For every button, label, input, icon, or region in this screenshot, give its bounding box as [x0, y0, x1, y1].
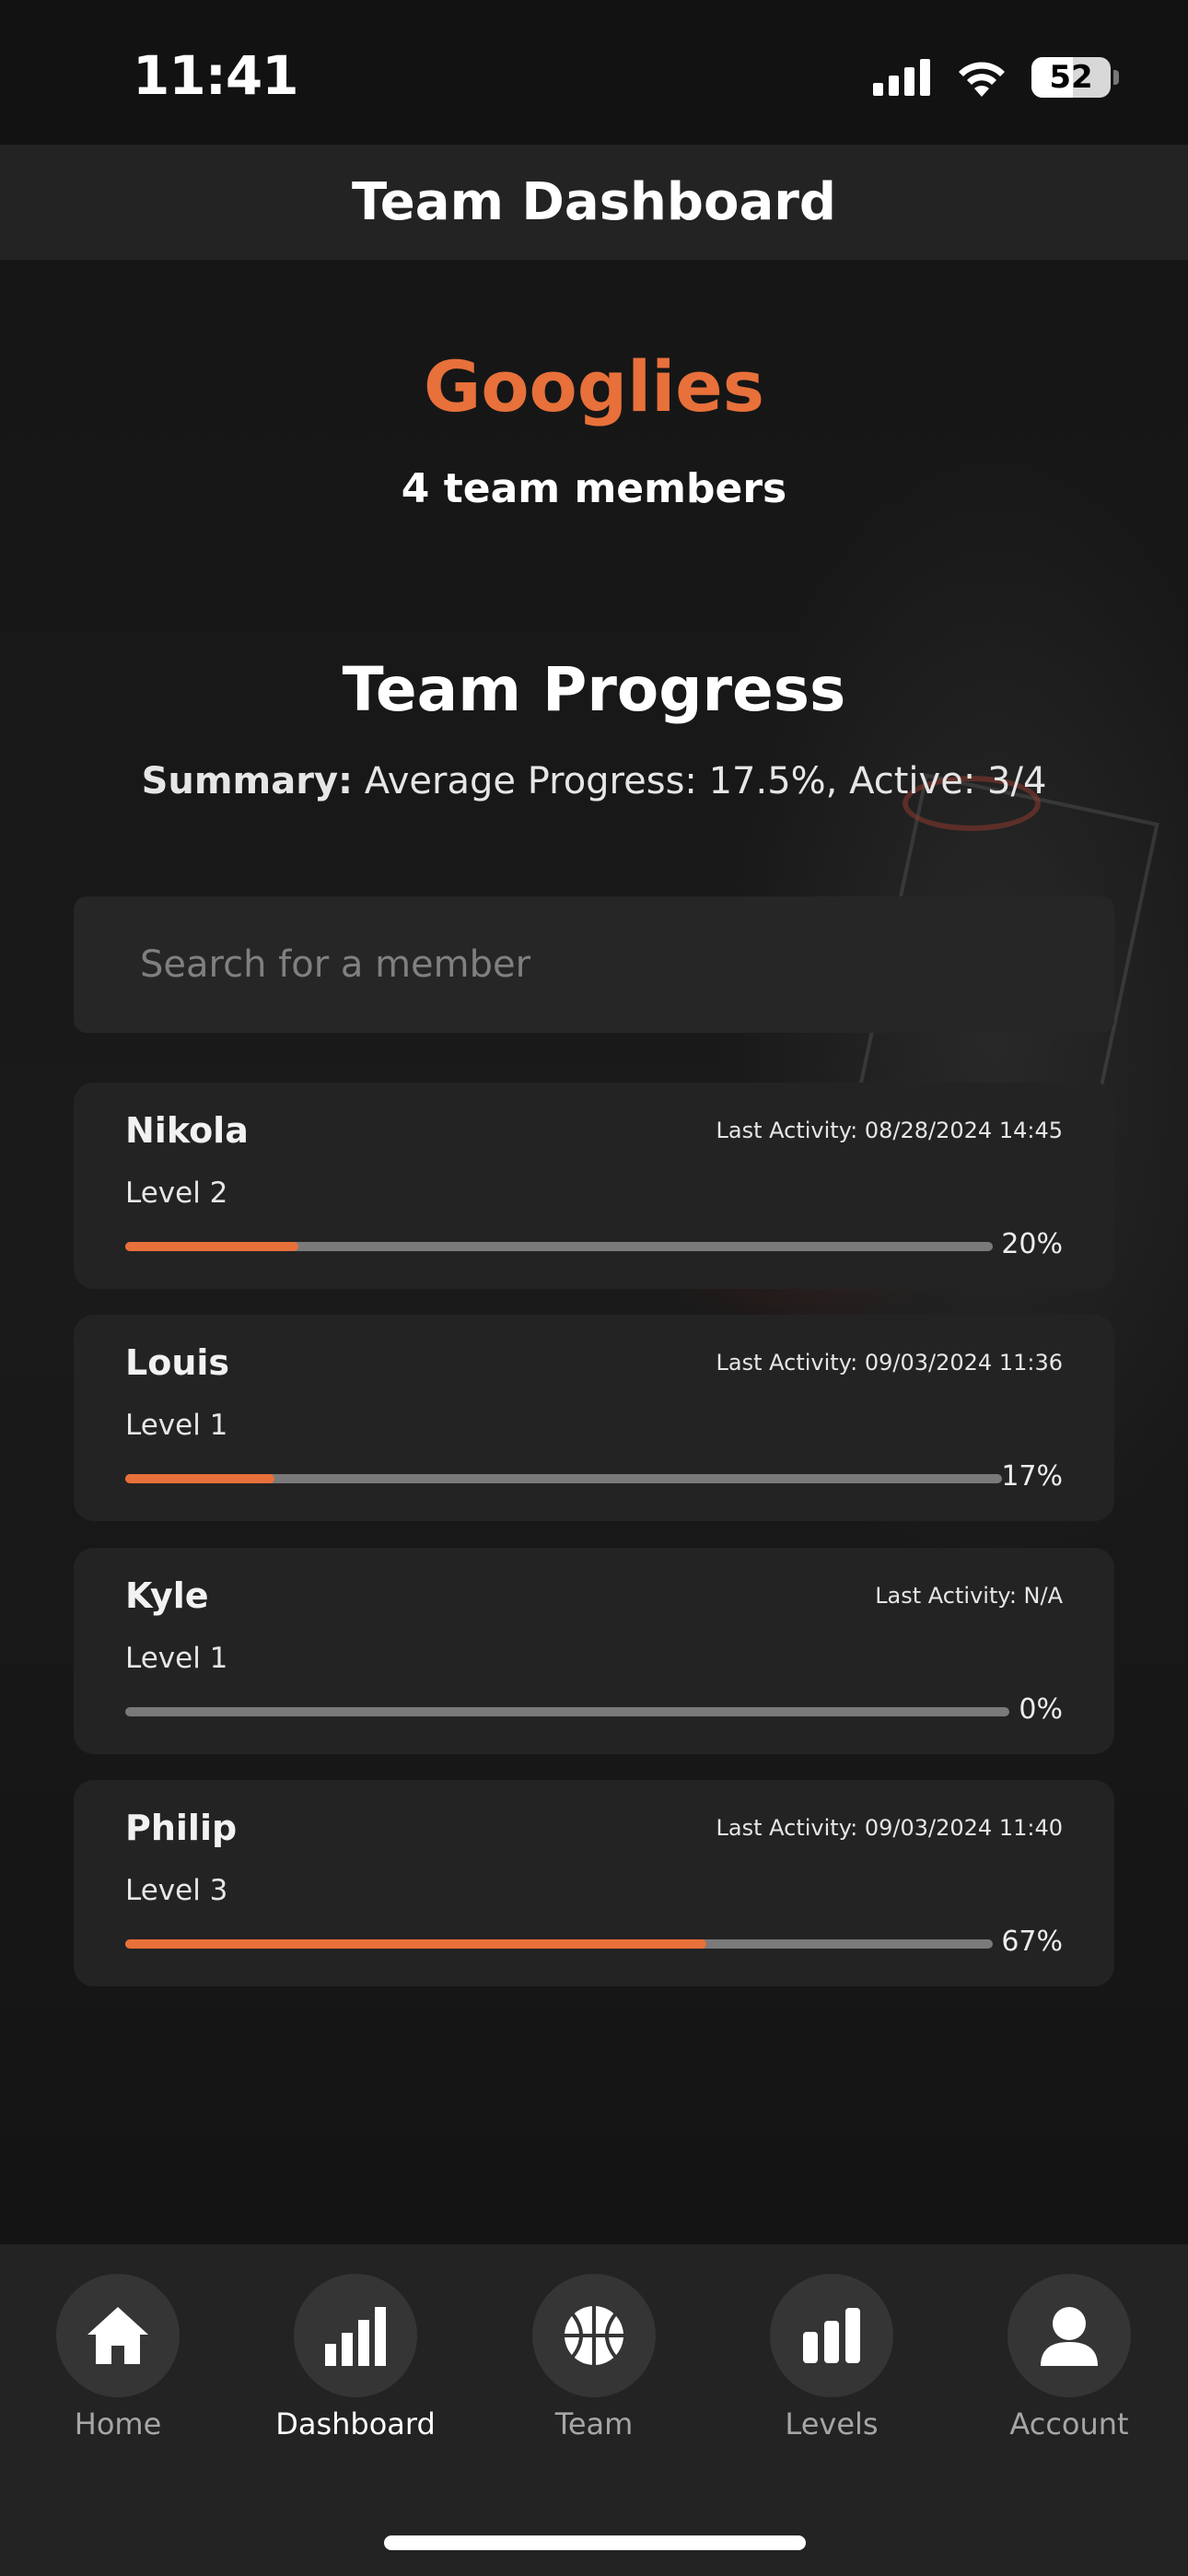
member-name: Nikola [125, 1110, 249, 1151]
team-progress-title: Team Progress [342, 654, 846, 725]
account-icon [1007, 2274, 1131, 2397]
member-progress-bar [125, 1242, 993, 1251]
tab-account[interactable]: Account [986, 2274, 1152, 2441]
member-name: Philip [125, 1808, 238, 1848]
member-progress-percent: 17% [1001, 1460, 1063, 1493]
member-progress-bar [125, 1707, 1009, 1716]
home-icon [56, 2274, 180, 2397]
page-title: Team Dashboard [352, 172, 836, 232]
bar-chart-icon [294, 2274, 417, 2397]
member-card-nikola[interactable]: Nikola Last Activity: 08/28/2024 14:45 L… [74, 1083, 1114, 1289]
member-name: Kyle [125, 1575, 209, 1616]
member-progress-fill [125, 1474, 274, 1483]
member-name: Louis [125, 1342, 230, 1383]
summary-label: Summary: [141, 760, 354, 802]
member-card-philip[interactable]: Philip Last Activity: 09/03/2024 11:40 L… [74, 1780, 1114, 1986]
tab-home[interactable]: Home [35, 2274, 201, 2441]
home-indicator[interactable] [384, 2535, 806, 2550]
progress-summary: Summary: Average Progress: 17.5%, Active… [0, 760, 1188, 802]
cellular-signal-icon [873, 59, 930, 96]
member-last-activity: Last Activity: 09/03/2024 11:40 [716, 1815, 1063, 1841]
member-progress-percent: 67% [1001, 1926, 1063, 1958]
member-last-activity: Last Activity: N/A [875, 1583, 1063, 1609]
team-member-count: 4 team members [401, 465, 787, 512]
member-progress-percent: 20% [1001, 1228, 1063, 1260]
battery-icon: 52 [1031, 57, 1119, 98]
tab-label: Account [1009, 2406, 1129, 2441]
member-level: Level 3 [125, 1874, 228, 1907]
member-last-activity: Last Activity: 09/03/2024 11:36 [716, 1350, 1063, 1376]
tab-label: Team [554, 2406, 634, 2441]
member-level: Level 1 [125, 1409, 228, 1442]
tab-dashboard[interactable]: Dashboard [273, 2274, 438, 2441]
member-level: Level 1 [125, 1642, 228, 1675]
team-name: Googlies [423, 345, 765, 427]
status-bar: 11:41 52 [0, 0, 1188, 145]
member-progress-fill [125, 1939, 707, 1949]
bottom-tab-bar: Home Dashboard Team Levels Account [0, 2244, 1188, 2576]
levels-icon [770, 2274, 893, 2397]
status-time: 11:41 [133, 44, 299, 107]
member-card-kyle[interactable]: Kyle Last Activity: N/A Level 1 0% [74, 1548, 1114, 1754]
member-level: Level 2 [125, 1177, 228, 1210]
tab-levels[interactable]: Levels [749, 2274, 914, 2441]
wifi-icon [959, 62, 1005, 97]
tab-label: Home [74, 2406, 162, 2441]
member-card-louis[interactable]: Louis Last Activity: 09/03/2024 11:36 Le… [74, 1315, 1114, 1521]
member-progress-fill [125, 1242, 299, 1251]
member-progress-percent: 0% [1019, 1693, 1063, 1726]
member-last-activity: Last Activity: 08/28/2024 14:45 [716, 1118, 1063, 1143]
tab-team[interactable]: Team [511, 2274, 677, 2441]
member-search-input[interactable] [74, 896, 1114, 1033]
tab-label: Dashboard [275, 2406, 436, 2441]
basketball-icon [532, 2274, 656, 2397]
status-icons: 52 [873, 57, 1119, 98]
battery-level: 52 [1049, 59, 1093, 96]
member-progress-bar [125, 1939, 993, 1949]
summary-text: Average Progress: 17.5%, Active: 3/4 [353, 760, 1047, 802]
app-header: Team Dashboard [0, 145, 1188, 260]
member-progress-bar [125, 1474, 1002, 1483]
tab-label: Levels [785, 2406, 879, 2441]
